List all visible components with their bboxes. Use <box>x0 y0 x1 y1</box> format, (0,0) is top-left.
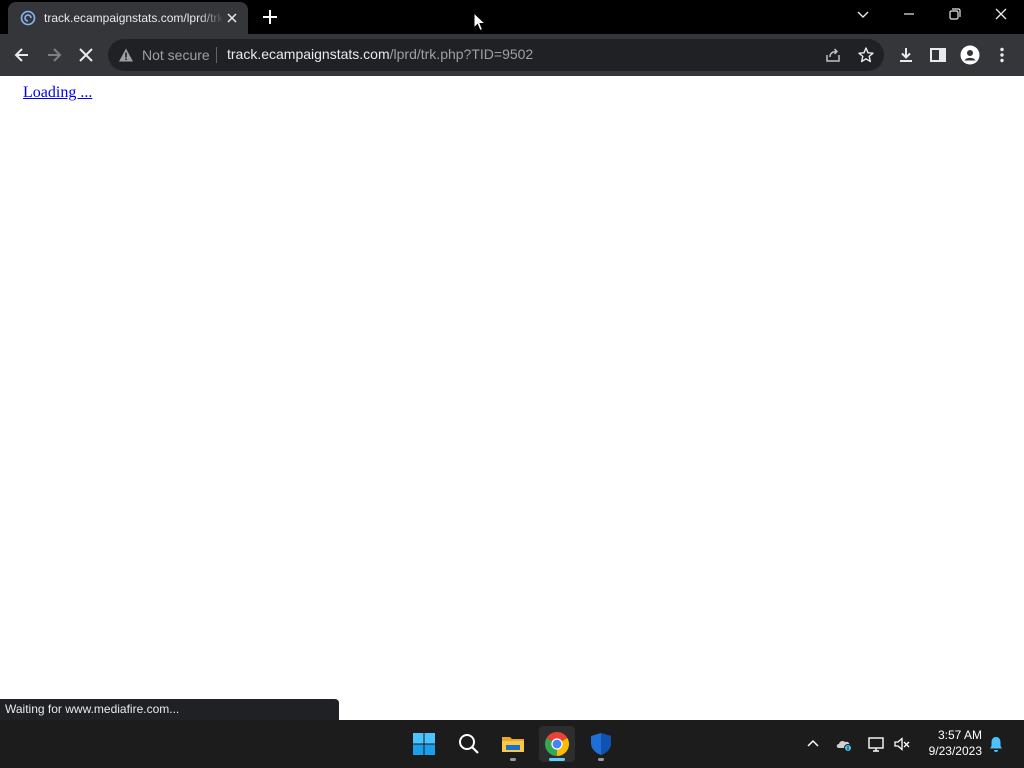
taskbar-defender[interactable] <box>583 726 619 762</box>
page-content: Loading ... <box>0 76 1024 720</box>
warning-triangle-icon[interactable] <box>118 47 134 63</box>
network-icon[interactable] <box>867 735 885 753</box>
chevron-up-icon[interactable] <box>804 735 822 753</box>
loading-link[interactable]: Loading ... <box>23 84 92 102</box>
start-button[interactable] <box>406 726 442 762</box>
download-icon[interactable] <box>896 45 916 65</box>
notification-bell-icon[interactable] <box>987 735 1005 753</box>
stop-icon[interactable] <box>76 45 96 65</box>
browser-toolbar: Not secure track.ecampaignstats.com/lprd… <box>0 34 1024 76</box>
running-indicator <box>510 758 516 761</box>
start-icon <box>412 732 436 756</box>
url-host: track.ecampaignstats.com <box>227 46 390 62</box>
defender-icon <box>589 732 613 756</box>
loading-globe-icon <box>20 10 36 26</box>
minimize-icon[interactable] <box>899 4 919 24</box>
url-path: /lprd/trk.php?TID=9502 <box>389 46 534 62</box>
tab-search-icon[interactable] <box>853 4 873 24</box>
running-indicator <box>598 758 604 761</box>
close-icon[interactable] <box>991 4 1011 24</box>
taskbar-file-explorer[interactable] <box>495 726 531 762</box>
active-indicator <box>549 758 565 761</box>
restore-icon[interactable] <box>945 4 965 24</box>
share-icon[interactable] <box>824 46 842 64</box>
tab-strip: track.ecampaignstats.com/lprd/trk.php?TI… <box>0 0 1024 34</box>
status-bar: Waiting for www.mediafire.com... <box>0 699 339 720</box>
tab-close-icon[interactable] <box>224 10 240 26</box>
clock-time[interactable]: 3:57 AM <box>922 728 982 742</box>
address-bar[interactable]: Not secure track.ecampaignstats.com/lprd… <box>108 39 884 71</box>
tab-title: track.ecampaignstats.com/lprd/trk.php?TI… <box>44 11 222 25</box>
taskbar-search-button[interactable] <box>451 726 487 762</box>
forward-arrow-icon[interactable] <box>44 45 64 65</box>
taskbar-chrome[interactable] <box>539 726 575 762</box>
taskbar: 3:57 AM 9/23/2023 <box>0 720 1024 768</box>
chrome-icon <box>545 732 569 756</box>
search-icon <box>457 732 481 756</box>
address-separator <box>216 47 217 63</box>
url-text[interactable]: track.ecampaignstats.com/lprd/trk.php?TI… <box>227 46 533 62</box>
profile-icon[interactable] <box>960 45 980 65</box>
security-label[interactable]: Not secure <box>142 47 210 63</box>
file-explorer-icon <box>501 732 525 756</box>
side-panel-icon[interactable] <box>928 45 948 65</box>
mouse-cursor-icon <box>473 12 487 32</box>
tab-title-fade <box>198 6 224 28</box>
new-tab-icon[interactable] <box>260 7 280 27</box>
back-arrow-icon[interactable] <box>12 45 32 65</box>
menu-dots-icon[interactable] <box>992 45 1012 65</box>
bookmark-star-icon[interactable] <box>857 46 875 64</box>
volume-muted-icon[interactable] <box>893 735 911 753</box>
clock-date[interactable]: 9/23/2023 <box>922 744 982 758</box>
browser-tab[interactable]: track.ecampaignstats.com/lprd/trk.php?TI… <box>8 2 248 34</box>
onedrive-icon[interactable] <box>835 735 853 753</box>
